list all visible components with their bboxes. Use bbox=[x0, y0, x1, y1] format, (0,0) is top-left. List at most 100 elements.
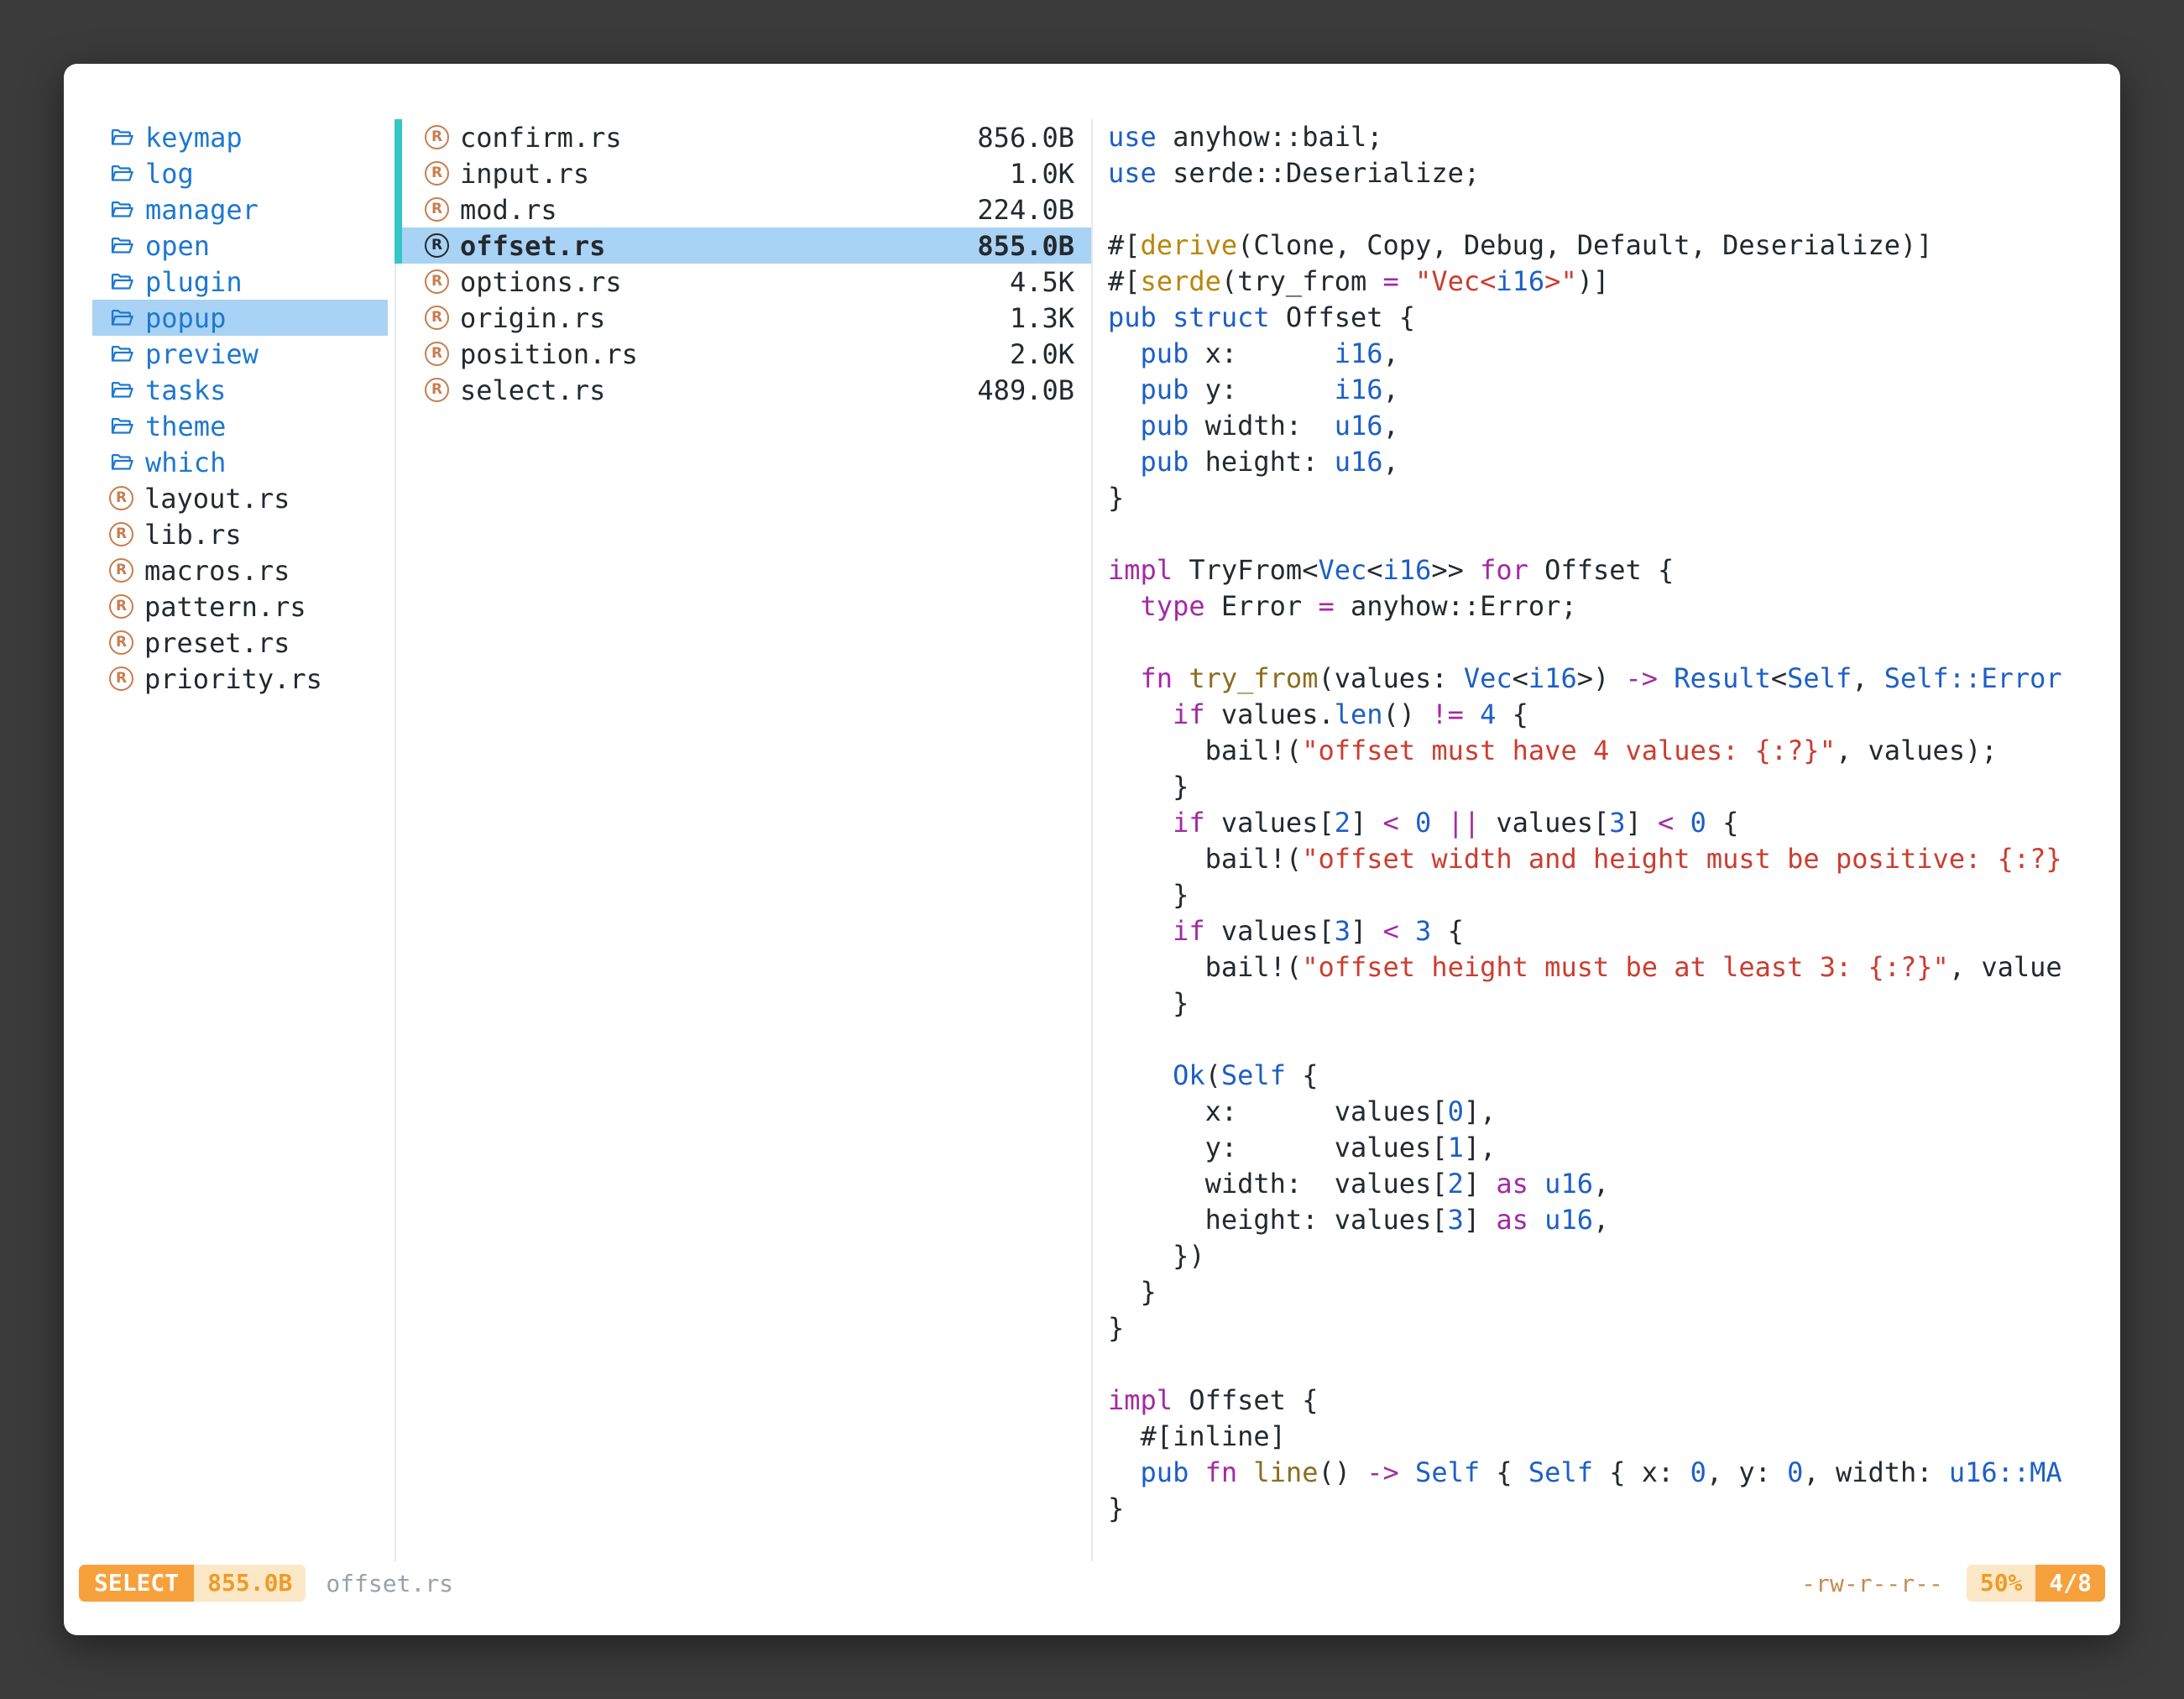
folder-icon bbox=[109, 233, 134, 259]
sidebar-item-which[interactable]: which bbox=[92, 444, 388, 480]
sidebar-item-theme[interactable]: theme bbox=[92, 408, 388, 444]
rust-file-icon bbox=[425, 378, 449, 402]
code-line: } bbox=[1108, 480, 2119, 516]
sidebar-item-label: preset.rs bbox=[144, 627, 290, 659]
code-line bbox=[1108, 1022, 2119, 1058]
file-row-select.rs[interactable]: select.rs 489.0B bbox=[402, 372, 1091, 408]
status-bar: SELECT 855.0B offset.rs -rw-r--r-- 50% 4… bbox=[79, 1565, 2105, 1602]
sidebar-item-lib.rs[interactable]: lib.rs bbox=[92, 516, 388, 552]
code-line: #[derive(Clone, Copy, Debug, Default, De… bbox=[1108, 227, 2119, 264]
code-line: pub fn line() -> Self { Self { x: 0, y: … bbox=[1108, 1455, 2119, 1491]
rust-file-icon bbox=[425, 161, 449, 186]
folder-icon bbox=[109, 414, 134, 439]
file-name: input.rs bbox=[460, 158, 589, 190]
current-pane: confirm.rs 856.0B input.rs 1.0K mod.rs 2… bbox=[402, 119, 1091, 1561]
folder-icon bbox=[109, 161, 134, 186]
rust-file-icon bbox=[425, 197, 449, 222]
folder-icon bbox=[109, 306, 134, 331]
sidebar-item-label: preview bbox=[145, 338, 259, 370]
sidebar-item-label: keymap bbox=[145, 122, 243, 154]
code-line: #[serde(try_from = "Vec<i16>")] bbox=[1108, 264, 2119, 300]
rust-file-icon bbox=[425, 269, 449, 294]
sidebar-item-priority.rs[interactable]: priority.rs bbox=[92, 661, 388, 697]
file-name: confirm.rs bbox=[460, 122, 622, 154]
sidebar-item-label: priority.rs bbox=[144, 663, 322, 695]
rust-file-icon bbox=[425, 233, 449, 258]
selection-marker bbox=[394, 119, 402, 264]
code-line: impl TryFrom<Vec<i16>> for Offset { bbox=[1108, 552, 2119, 588]
sidebar-item-label: which bbox=[145, 447, 226, 478]
sidebar-item-preview[interactable]: preview bbox=[92, 336, 388, 372]
sidebar-item-manager[interactable]: manager bbox=[92, 191, 388, 227]
sidebar-item-macros.rs[interactable]: macros.rs bbox=[92, 552, 388, 588]
code-line: pub width: u16, bbox=[1108, 408, 2119, 444]
sidebar-item-label: theme bbox=[145, 410, 226, 442]
sidebar-item-label: open bbox=[145, 230, 210, 262]
file-row-input.rs[interactable]: input.rs 1.0K bbox=[402, 155, 1091, 191]
code-line: use serde::Deserialize; bbox=[1108, 155, 2119, 191]
file-permissions: -rw-r--r-- bbox=[1801, 1570, 1943, 1597]
file-size: 4.5K bbox=[1010, 266, 1074, 298]
code-line: type Error = anyhow::Error; bbox=[1108, 588, 2119, 625]
code-line: bail!("offset width and height must be p… bbox=[1108, 841, 2119, 877]
folder-icon bbox=[109, 269, 134, 295]
sidebar-item-open[interactable]: open bbox=[92, 227, 388, 264]
sidebar-item-label: log bbox=[145, 158, 194, 190]
parent-pane: keymap log manager open bbox=[92, 119, 388, 1561]
file-name: origin.rs bbox=[460, 302, 605, 334]
rust-file-icon bbox=[109, 522, 133, 546]
scroll-percent: 50% bbox=[1967, 1565, 2036, 1602]
status-right: -rw-r--r-- 50% 4/8 bbox=[1801, 1565, 2105, 1602]
sidebar-item-preset.rs[interactable]: preset.rs bbox=[92, 625, 388, 661]
sidebar-item-tasks[interactable]: tasks bbox=[92, 372, 388, 408]
cursor-position: 4/8 bbox=[2035, 1565, 2105, 1602]
file-row-options.rs[interactable]: options.rs 4.5K bbox=[402, 264, 1091, 300]
code-line: pub y: i16, bbox=[1108, 372, 2119, 408]
code-line: pub struct Offset { bbox=[1108, 300, 2119, 336]
code-line: width: values[2] as u16, bbox=[1108, 1166, 2119, 1202]
panes: keymap log manager open bbox=[64, 119, 2120, 1561]
rust-file-icon bbox=[109, 630, 133, 655]
file-row-mod.rs[interactable]: mod.rs 224.0B bbox=[402, 191, 1091, 227]
code-line: height: values[3] as u16, bbox=[1108, 1202, 2119, 1238]
file-size: 1.3K bbox=[1010, 302, 1074, 334]
sidebar-item-layout.rs[interactable]: layout.rs bbox=[92, 480, 388, 516]
sidebar-item-label: layout.rs bbox=[144, 483, 290, 515]
file-size: 489.0B bbox=[977, 374, 1074, 406]
code-line: } bbox=[1108, 1310, 2119, 1346]
sidebar-item-pattern.rs[interactable]: pattern.rs bbox=[92, 588, 388, 625]
pane-separator-2 bbox=[1091, 119, 1093, 1561]
rust-file-icon bbox=[425, 306, 449, 330]
file-size: 224.0B bbox=[977, 194, 1074, 226]
file-row-position.rs[interactable]: position.rs 2.0K bbox=[402, 336, 1091, 372]
file-name: select.rs bbox=[460, 374, 605, 406]
status-file-size: 855.0B bbox=[194, 1565, 306, 1602]
preview-pane: use anyhow::bail;use serde::Deserialize;… bbox=[1093, 119, 2119, 1561]
file-row-confirm.rs[interactable]: confirm.rs 856.0B bbox=[402, 119, 1091, 155]
rust-file-icon bbox=[425, 342, 449, 366]
code-line: } bbox=[1108, 769, 2119, 805]
file-row-origin.rs[interactable]: origin.rs 1.3K bbox=[402, 300, 1091, 336]
file-name: position.rs bbox=[460, 338, 638, 370]
folder-icon bbox=[109, 125, 134, 150]
rust-file-icon bbox=[109, 594, 133, 619]
mode-badge: SELECT bbox=[79, 1565, 194, 1602]
sidebar-item-keymap[interactable]: keymap bbox=[92, 119, 388, 155]
code-line: impl Offset { bbox=[1108, 1383, 2119, 1419]
code-line: } bbox=[1108, 985, 2119, 1022]
file-size: 2.0K bbox=[1010, 338, 1074, 370]
sidebar-item-plugin[interactable]: plugin bbox=[92, 264, 388, 300]
code-line bbox=[1108, 625, 2119, 661]
yazi-window: keymap log manager open bbox=[64, 64, 2120, 1635]
status-left: SELECT 855.0B offset.rs bbox=[79, 1565, 453, 1602]
rust-file-icon bbox=[109, 667, 133, 691]
sidebar-item-log[interactable]: log bbox=[92, 155, 388, 191]
file-row-offset.rs[interactable]: offset.rs 855.0B bbox=[402, 227, 1091, 264]
sidebar-item-label: tasks bbox=[145, 374, 226, 406]
code-line: #[inline] bbox=[1108, 1419, 2119, 1455]
file-size: 856.0B bbox=[977, 122, 1074, 154]
code-line: pub height: u16, bbox=[1108, 444, 2119, 480]
code-line: pub x: i16, bbox=[1108, 336, 2119, 372]
sidebar-item-popup[interactable]: popup bbox=[92, 300, 388, 336]
file-name: options.rs bbox=[460, 266, 622, 298]
